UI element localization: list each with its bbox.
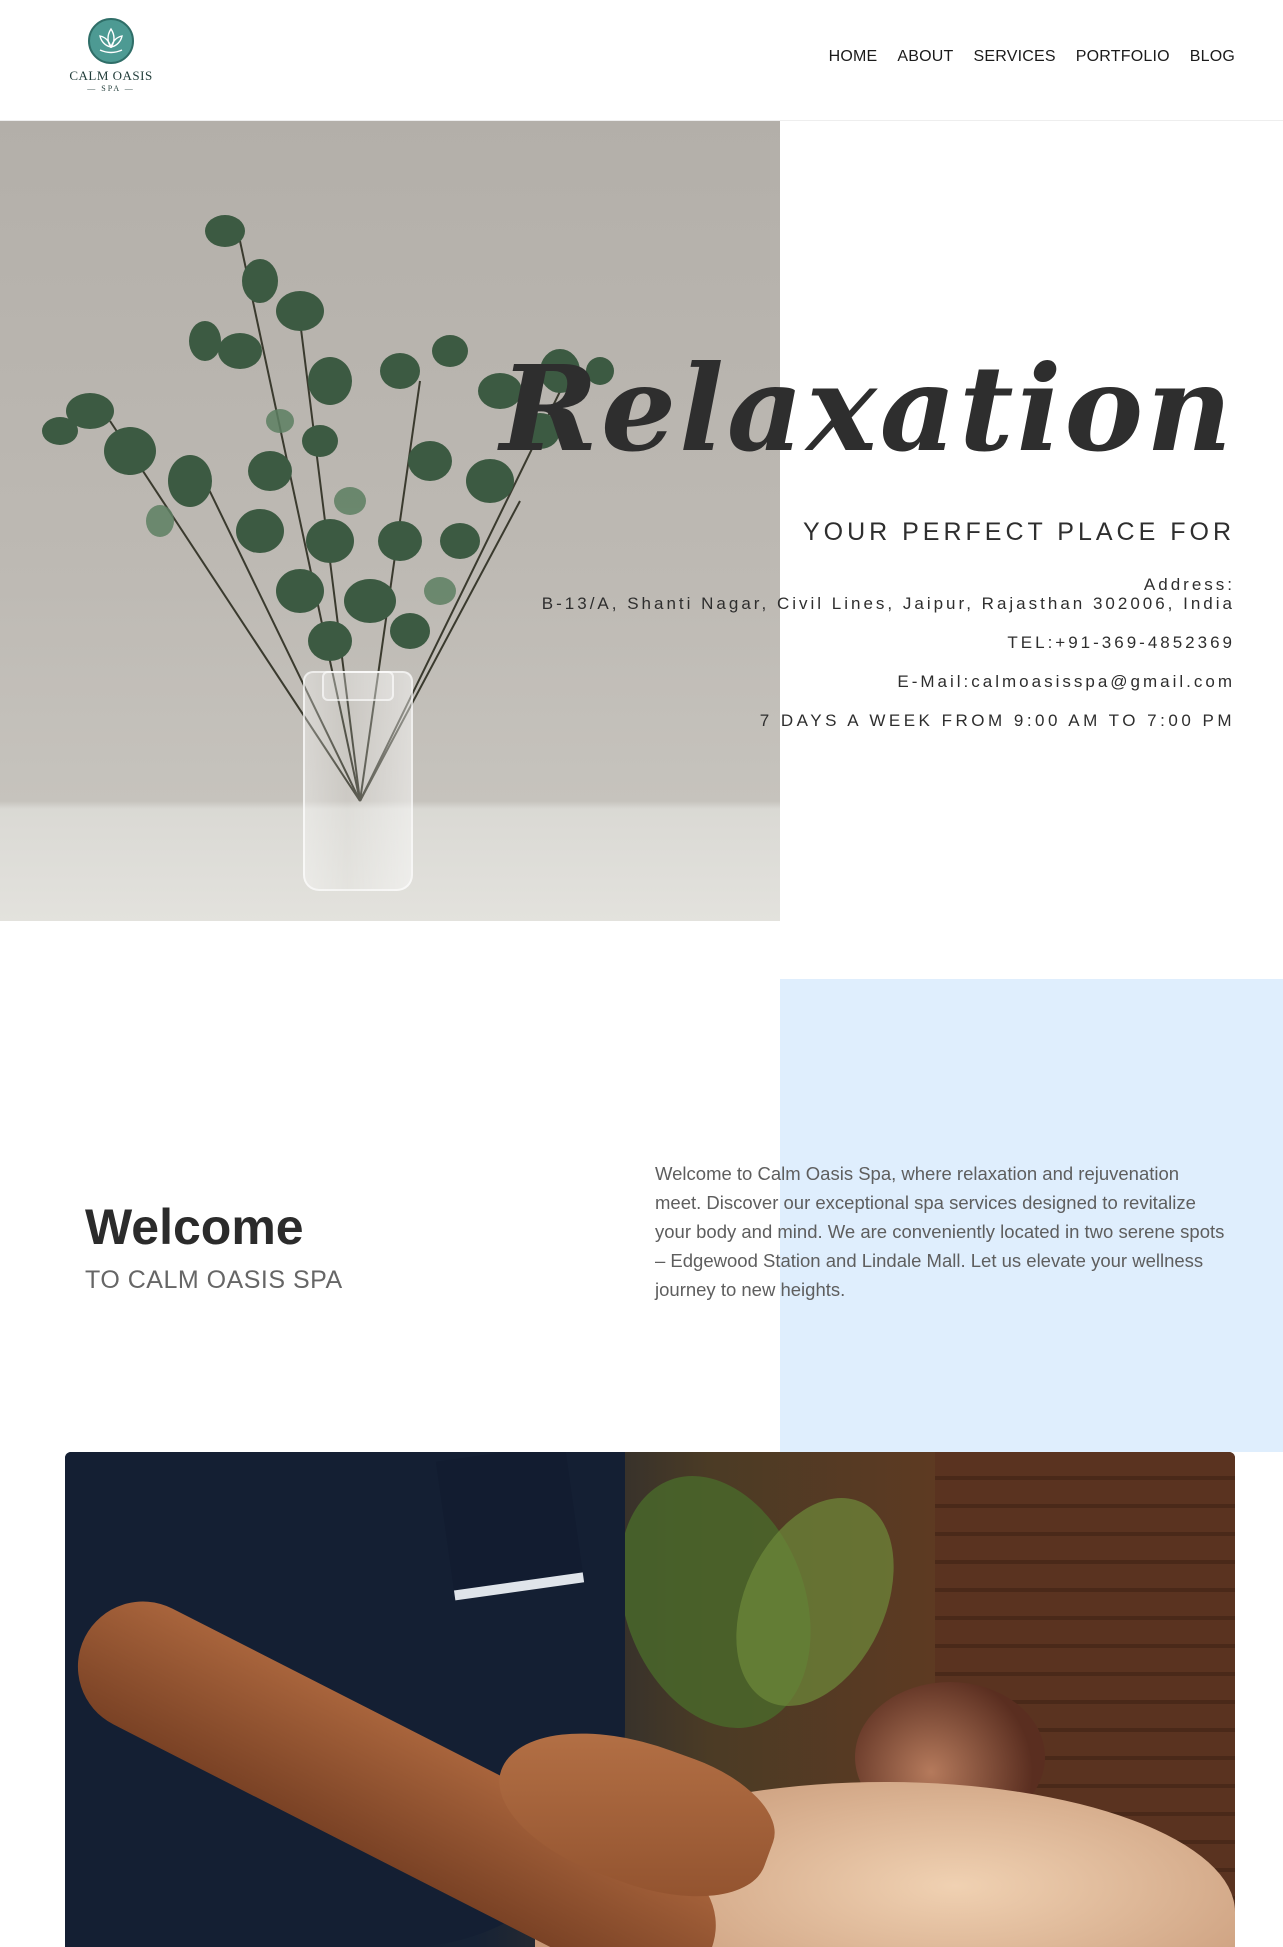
logo-sub-text: SPA <box>101 84 121 93</box>
welcome-subtitle: TO CALM OASIS SPA <box>85 1266 343 1294</box>
site-header: CALM OASIS — SPA — HOME ABOUT SERVICES P… <box>0 0 1283 121</box>
welcome-title: Welcome <box>85 1199 304 1255</box>
nav-portfolio[interactable]: PORTFOLIO <box>1076 48 1170 66</box>
telephone-number[interactable]: TEL:+91-369-4852369 <box>1007 633 1235 653</box>
glass-vase <box>303 671 413 891</box>
therapist-sleeve <box>435 1452 585 1601</box>
address-label: Address: <box>1143 575 1235 594</box>
nav-about[interactable]: ABOUT <box>897 48 953 66</box>
welcome-body: Welcome to Calm Oasis Spa, where relaxat… <box>655 1163 1225 1300</box>
massage-photo <box>65 1452 1235 1947</box>
logo-name: CALM OASIS <box>69 68 153 83</box>
site-logo[interactable]: CALM OASIS — SPA — <box>64 18 158 98</box>
nav-services[interactable]: SERVICES <box>974 48 1056 66</box>
hero-image-eucalyptus-vase <box>0 121 780 921</box>
address-value: B-13/A, Shanti Nagar, Civil Lines, Jaipu… <box>541 594 1235 613</box>
nav-home[interactable]: HOME <box>829 48 878 66</box>
logo-sub: — SPA — <box>87 84 135 93</box>
email-address[interactable]: E-Mail:calmoasisspa@gmail.com <box>897 672 1235 692</box>
hero-title: Relaxation <box>499 339 1235 478</box>
main-nav: HOME ABOUT SERVICES PORTFOLIO BLOG <box>829 48 1235 66</box>
nav-blog[interactable]: BLOG <box>1190 48 1235 66</box>
opening-hours: 7 DAYS A WEEK FROM 9:00 AM TO 7:00 PM <box>759 711 1235 730</box>
lotus-icon <box>88 18 134 64</box>
hero-subtitle: YOUR PERFECT PLACE FOR <box>802 518 1235 546</box>
